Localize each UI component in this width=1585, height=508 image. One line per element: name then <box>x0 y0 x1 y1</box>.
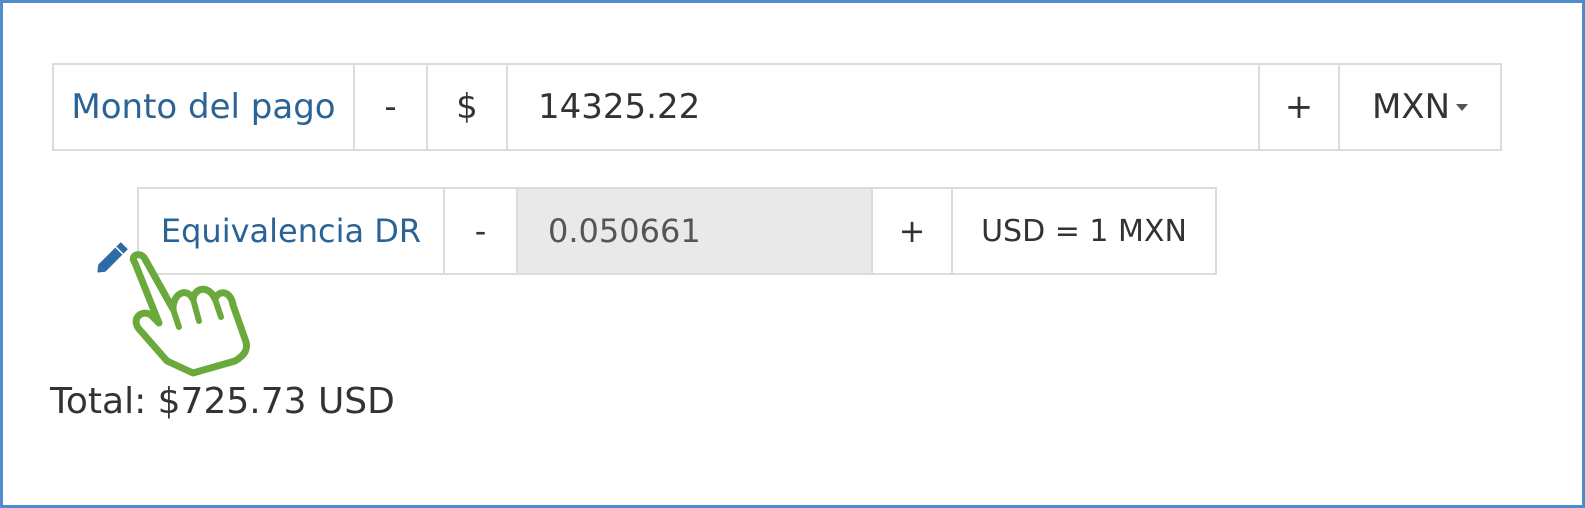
currency-symbol: $ <box>428 65 508 149</box>
currency-dropdown-label: MXN <box>1371 87 1451 127</box>
exchange-rate-input: 0.050661 <box>518 189 873 273</box>
rate-unit-label: USD = 1 MXN <box>981 213 1187 249</box>
hand-pointer-icon <box>129 251 251 377</box>
increment-amount-button[interactable]: + <box>1260 65 1340 149</box>
increment-rate-button[interactable]: + <box>873 189 953 273</box>
equivalence-group: Equivalencia DR - 0.050661 + USD = 1 MXN <box>137 187 1217 275</box>
payment-amount-group: Monto del pago - $ 14325.22 + MXN <box>52 63 1502 151</box>
decrement-amount-button[interactable]: - <box>355 65 428 149</box>
total-text: Total: $725.73 USD <box>50 381 395 422</box>
payment-amount-input[interactable]: 14325.22 <box>508 65 1260 149</box>
page-frame: Monto del pago - $ 14325.22 + MXN Equiva… <box>0 0 1585 508</box>
caret-down-icon <box>1456 103 1469 111</box>
payment-amount-label: Monto del pago <box>54 65 355 149</box>
decrement-rate-button[interactable]: - <box>445 189 518 273</box>
currency-dropdown[interactable]: MXN <box>1340 65 1500 149</box>
